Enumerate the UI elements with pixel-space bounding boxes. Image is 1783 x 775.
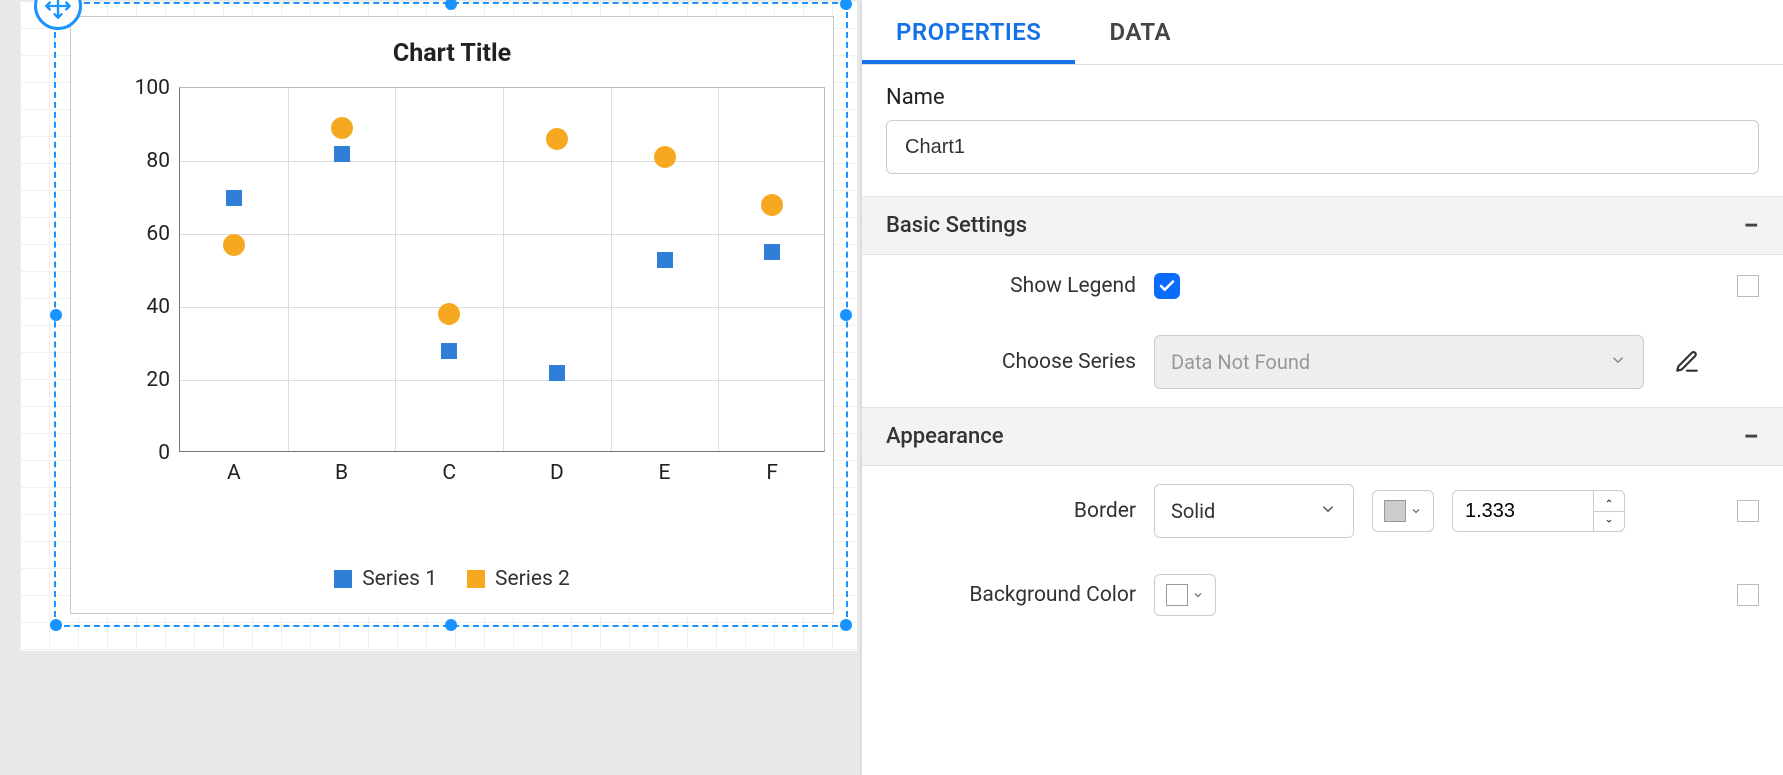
edit-series-button[interactable]	[1672, 347, 1702, 377]
resize-handle-bl[interactable]	[50, 619, 62, 631]
y-tick-label: 100	[135, 76, 170, 100]
data-point	[546, 128, 568, 150]
border-width-stepper[interactable]	[1452, 490, 1625, 532]
override-checkbox-show-legend[interactable]	[1737, 275, 1759, 297]
chart-title: Chart Title	[71, 39, 833, 68]
y-tick-label: 60	[146, 222, 170, 246]
report-page[interactable]: Chart Title 020406080100ABCDEF Series 1 …	[20, 1, 857, 651]
resize-handle-mr[interactable]	[840, 309, 852, 321]
data-point	[761, 194, 783, 216]
name-label: Name	[862, 65, 1783, 120]
resize-handle-ml[interactable]	[50, 309, 62, 321]
chevron-down-icon	[1609, 350, 1627, 374]
resize-handle-tm[interactable]	[445, 0, 457, 10]
stepper-up-button[interactable]	[1594, 491, 1624, 512]
data-point	[764, 244, 780, 260]
data-point	[334, 146, 350, 162]
y-tick-label: 40	[146, 295, 170, 319]
background-color-swatch	[1166, 584, 1188, 606]
background-color-picker[interactable]	[1154, 574, 1216, 616]
legend-item-series2: Series 2	[467, 567, 570, 591]
x-tick-label: A	[227, 461, 241, 485]
border-label: Border	[886, 499, 1136, 523]
design-canvas[interactable]: Chart Title 020406080100ABCDEF Series 1 …	[0, 0, 860, 775]
x-tick-label: E	[659, 461, 671, 485]
data-point	[438, 303, 460, 325]
row-choose-series: Choose Series Data Not Found	[862, 317, 1783, 407]
x-tick-label: F	[766, 461, 778, 485]
panel-tabs: PROPERTIES DATA	[862, 0, 1783, 65]
border-color-swatch	[1384, 500, 1406, 522]
data-point	[549, 365, 565, 381]
show-legend-label: Show Legend	[886, 274, 1136, 298]
chart-legend: Series 1 Series 2	[71, 567, 833, 591]
legend-label-series1: Series 1	[362, 567, 437, 591]
resize-handle-bm[interactable]	[445, 619, 457, 631]
resize-handle-br[interactable]	[840, 619, 852, 631]
show-legend-checkbox[interactable]	[1154, 273, 1180, 299]
row-background-color: Background Color	[862, 556, 1783, 634]
data-point	[223, 234, 245, 256]
section-appearance[interactable]: Appearance −	[862, 407, 1783, 466]
chart-frame[interactable]: Chart Title 020406080100ABCDEF Series 1 …	[70, 16, 834, 614]
stepper-down-button[interactable]	[1594, 512, 1624, 532]
border-color-picker[interactable]	[1372, 490, 1434, 532]
x-tick-label: C	[442, 461, 456, 485]
data-point	[654, 146, 676, 168]
data-point	[331, 117, 353, 139]
border-style-value: Solid	[1171, 499, 1215, 523]
section-appearance-label: Appearance	[886, 424, 1004, 449]
choose-series-dropdown[interactable]: Data Not Found	[1154, 335, 1644, 389]
section-basic-settings[interactable]: Basic Settings −	[862, 196, 1783, 255]
override-checkbox-bg[interactable]	[1737, 584, 1759, 606]
legend-marker-series2	[467, 570, 485, 588]
border-style-dropdown[interactable]: Solid	[1154, 484, 1354, 538]
name-input[interactable]	[886, 120, 1759, 174]
override-checkbox-border[interactable]	[1737, 500, 1759, 522]
plot-area: 020406080100ABCDEF	[179, 87, 825, 452]
border-width-input[interactable]	[1453, 491, 1593, 531]
tab-data[interactable]: DATA	[1075, 0, 1205, 64]
y-tick-label: 0	[158, 441, 170, 465]
legend-marker-series1	[334, 570, 352, 588]
row-border: Border Solid	[862, 466, 1783, 556]
row-show-legend: Show Legend	[862, 255, 1783, 317]
choose-series-label: Choose Series	[886, 350, 1136, 374]
background-color-label: Background Color	[886, 583, 1136, 607]
properties-panel: PROPERTIES DATA Name Basic Settings − Sh…	[860, 0, 1783, 775]
x-tick-label: D	[550, 461, 564, 485]
y-tick-label: 80	[146, 149, 170, 173]
tab-properties[interactable]: PROPERTIES	[862, 0, 1075, 64]
y-tick-label: 20	[146, 368, 170, 392]
x-tick-label: B	[335, 461, 348, 485]
chevron-down-icon	[1319, 499, 1337, 523]
legend-label-series2: Series 2	[495, 567, 570, 591]
data-point	[657, 252, 673, 268]
minus-icon: −	[1743, 420, 1759, 453]
data-point	[226, 190, 242, 206]
section-basic-settings-label: Basic Settings	[886, 213, 1027, 238]
chart-selection-box[interactable]: Chart Title 020406080100ABCDEF Series 1 …	[54, 2, 848, 627]
minus-icon: −	[1743, 209, 1759, 242]
data-point	[441, 343, 457, 359]
choose-series-placeholder: Data Not Found	[1171, 350, 1310, 374]
legend-item-series1: Series 1	[334, 567, 437, 591]
